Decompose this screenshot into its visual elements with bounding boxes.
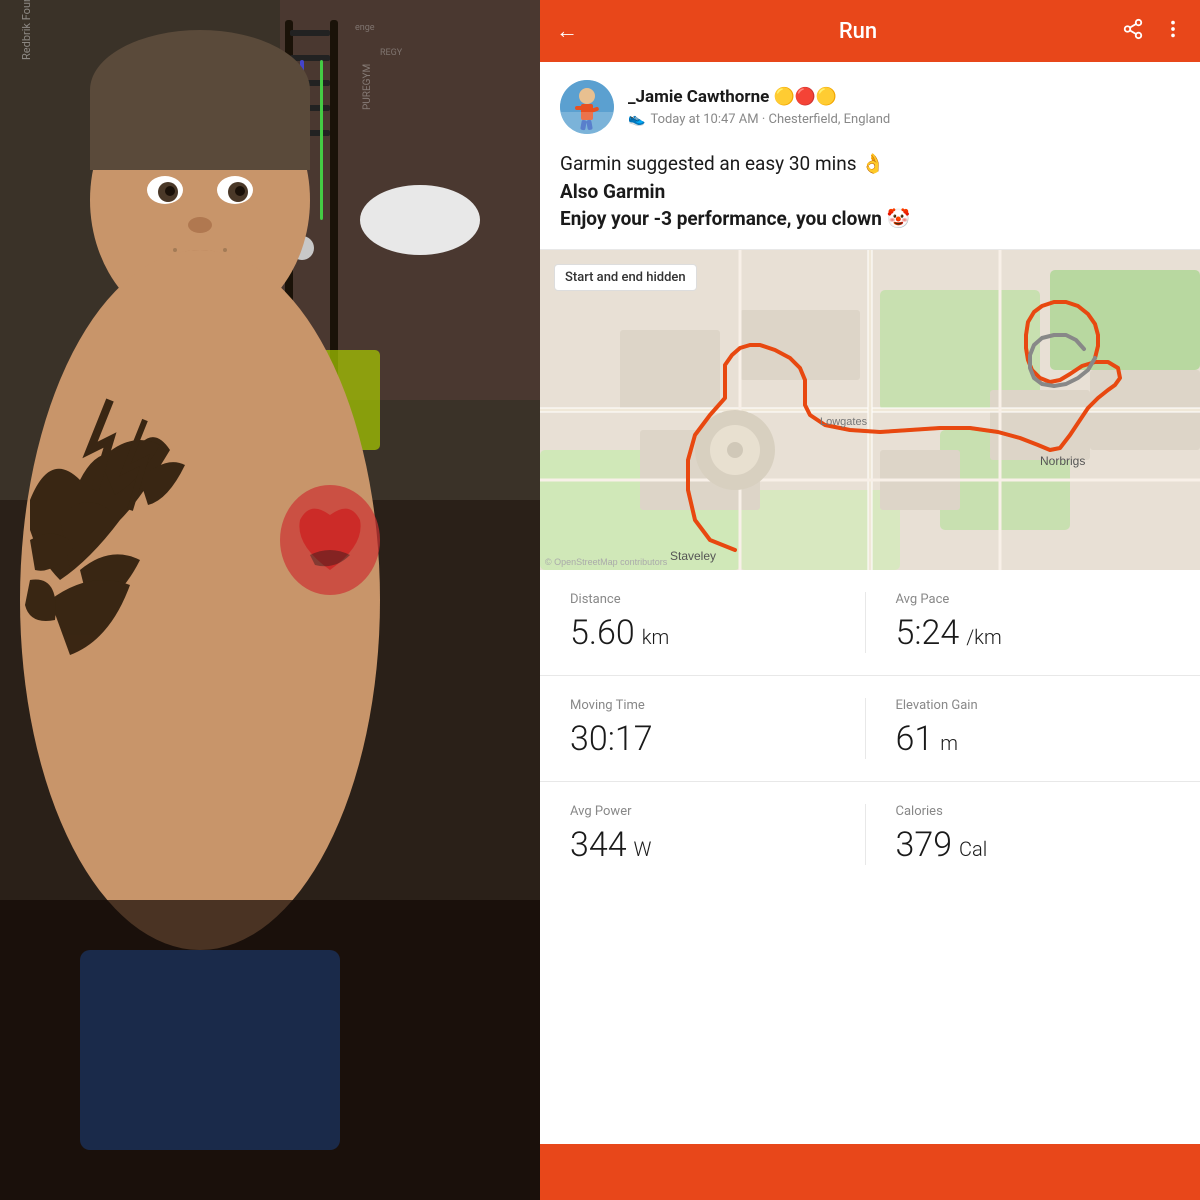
post-line1: Garmin suggested an easy 30 mins 👌: [560, 152, 885, 175]
photo-panel: Redbrik Foundation Cheste PUREGYM enge R…: [0, 0, 540, 1200]
selfie-photo: Redbrik Foundation Cheste PUREGYM enge R…: [0, 0, 540, 1200]
calories-label: Calories: [896, 804, 943, 819]
stats-section: Distance 5.60 km Avg Pace 5:24 /km Movin…: [540, 570, 1200, 1144]
svg-text:© OpenStreetMap contributors: © OpenStreetMap contributors: [545, 557, 668, 567]
map-svg: Norbrigs Staveley Lowgates © OpenStreetM…: [540, 250, 1200, 570]
stats-row-1: Distance 5.60 km Avg Pace 5:24 /km: [540, 570, 1200, 676]
share-button[interactable]: [1122, 18, 1144, 45]
moving-time-label: Moving Time: [570, 698, 645, 713]
distance-label: Distance: [570, 592, 621, 607]
calories-block: Calories 379 Cal: [865, 804, 1171, 865]
header-icons: [1122, 18, 1184, 45]
header-title: Run: [594, 19, 1122, 44]
avatar: [560, 80, 614, 134]
svg-text:Lowgates: Lowgates: [820, 416, 868, 428]
back-button[interactable]: ←: [556, 18, 578, 44]
post-author-row: _Jamie Cawthorne 🟡🔴🟡 👟 Today at 10:47 AM…: [560, 80, 1180, 134]
moving-time-block: Moving Time 30:17: [570, 698, 845, 759]
avg-power-unit: W: [634, 837, 652, 861]
app-panel: ← Run: [540, 0, 1200, 1200]
svg-text:REGY: REGY: [380, 48, 403, 58]
calories-value: 379: [896, 825, 953, 865]
avg-pace-unit: /km: [966, 625, 1002, 649]
stats-row-2: Moving Time 30:17 Elevation Gain 61 m: [540, 676, 1200, 782]
avg-pace-label: Avg Pace: [896, 592, 950, 607]
run-icon: 👟: [628, 111, 645, 127]
elevation-block: Elevation Gain 61 m: [865, 698, 1171, 759]
distance-block: Distance 5.60 km: [570, 592, 845, 653]
distance-value: 5.60: [570, 613, 635, 653]
avg-power-value: 344: [570, 825, 627, 865]
elevation-label: Elevation Gain: [896, 698, 978, 713]
avg-power-block: Avg Power 344 W: [570, 804, 845, 865]
elevation-value: 61: [896, 719, 934, 759]
svg-text:enge: enge: [355, 23, 375, 33]
more-button[interactable]: [1162, 18, 1184, 45]
avg-power-label: Avg Power: [570, 804, 632, 819]
author-info: _Jamie Cawthorne 🟡🔴🟡 👟 Today at 10:47 AM…: [628, 87, 890, 127]
avg-pace-block: Avg Pace 5:24 /km: [865, 592, 1171, 653]
stats-row-3: Avg Power 344 W Calories 379 Cal: [540, 782, 1200, 887]
map-badge: Start and end hidden: [554, 264, 697, 291]
moving-time-value: 30:17: [570, 719, 653, 759]
svg-text:Staveley: Staveley: [670, 549, 716, 563]
bottom-bar: [540, 1144, 1200, 1200]
app-header: ← Run: [540, 0, 1200, 62]
svg-text:Redbrik Foundation Cheste: Redbrik Foundation Cheste: [20, 0, 33, 60]
author-name: _Jamie Cawthorne 🟡🔴🟡: [628, 87, 890, 107]
distance-unit: km: [642, 625, 670, 649]
post-line2: Also Garmin: [560, 180, 665, 203]
avg-pace-value: 5:24: [896, 613, 960, 653]
calories-unit: Cal: [959, 837, 987, 861]
post-line3: Enjoy your -3 performance, you clown 🤡: [560, 207, 910, 230]
svg-text:PUREGYM: PUREGYM: [362, 64, 373, 110]
post-section: _Jamie Cawthorne 🟡🔴🟡 👟 Today at 10:47 AM…: [540, 62, 1200, 250]
author-meta-text: Today at 10:47 AM · Chesterfield, Englan…: [650, 112, 890, 127]
author-meta: 👟 Today at 10:47 AM · Chesterfield, Engl…: [628, 111, 890, 127]
map-section: Start and end hidden: [540, 250, 1200, 570]
elevation-unit: m: [940, 731, 958, 755]
post-text: Garmin suggested an easy 30 mins 👌 Also …: [560, 150, 1180, 233]
svg-text:Norbrigs: Norbrigs: [1040, 454, 1085, 468]
photo-svg: Redbrik Foundation Cheste PUREGYM enge R…: [0, 0, 540, 1200]
